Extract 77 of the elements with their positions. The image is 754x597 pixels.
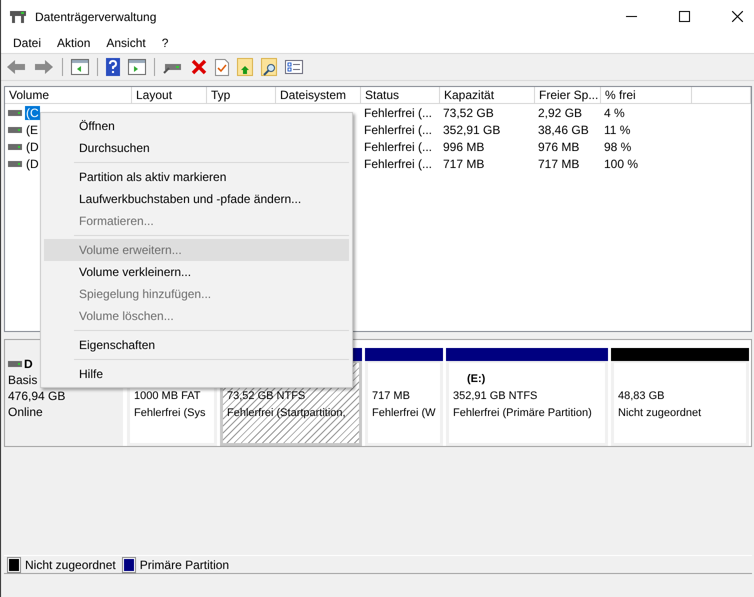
drive-icon: [8, 160, 22, 166]
window-title: Datenträgerverwaltung: [35, 10, 156, 24]
disk-size: 476,94 GB: [8, 388, 66, 404]
table-cell: Fehlerfrei (...: [364, 122, 432, 136]
column-header[interactable]: Layout: [132, 87, 207, 104]
legend-label: Nicht zugeordnet: [25, 558, 116, 572]
partition-size: 717 MB: [372, 389, 411, 404]
table-cell: 352,91 GB: [443, 122, 500, 136]
table-cell: 717 MB: [443, 156, 484, 170]
folder-search-icon[interactable]: [261, 58, 277, 76]
table-cell: Fehlerfrei (...: [364, 140, 432, 154]
drive-icon: [8, 110, 22, 116]
menu-item[interactable]: Ansicht: [98, 36, 154, 50]
drive-letter[interactable]: (E: [25, 122, 39, 136]
drive-icon: [8, 126, 22, 132]
menu-item[interactable]: Eigenschaften: [44, 334, 349, 356]
maximize-icon[interactable]: [679, 11, 690, 22]
column-header[interactable]: Freier Sp...: [535, 87, 601, 104]
menu-item[interactable]: Partition als aktiv markieren: [44, 166, 349, 188]
drive-letter[interactable]: (C: [25, 106, 40, 120]
table-cell: 100 %: [604, 156, 638, 170]
table-cell: 2,92 GB: [538, 106, 582, 120]
partition-status: Fehlerfrei (Sys: [134, 406, 207, 421]
close-icon[interactable]: [732, 11, 743, 22]
partition-status: Fehlerfrei (Startpartition,: [227, 406, 347, 421]
column-header[interactable]: Status: [361, 87, 440, 104]
column-header[interactable]: Dateisystem: [276, 87, 361, 104]
partition-size: 352,91 GB NTFS: [453, 389, 538, 404]
column-header[interactable]: Typ: [207, 87, 276, 104]
back-arrow-icon[interactable]: [6, 59, 26, 75]
table-cell: Fehlerfrei (...: [364, 156, 432, 170]
disk-type: Basis: [8, 372, 38, 388]
table-cell: 73,52 GB: [443, 106, 494, 120]
drive-icon: [8, 361, 22, 367]
column-header[interactable]: % frei: [601, 87, 692, 104]
help-icon[interactable]: [106, 58, 120, 76]
table-cell: 38,46 GB: [538, 122, 589, 136]
menu-item[interactable]: Öffnen: [44, 115, 349, 137]
menu-item[interactable]: Aktion: [49, 36, 98, 50]
app-icon: [9, 10, 27, 24]
table-cell: Fehlerfrei (...: [364, 106, 432, 120]
delete-icon[interactable]: [191, 59, 207, 75]
partition-size: 1000 MB FAT: [134, 389, 202, 404]
column-header[interactable]: Volume: [5, 87, 132, 104]
disk-name: D: [24, 356, 33, 372]
properties-icon[interactable]: [285, 60, 303, 74]
partition-block[interactable]: 48,83 GB Nicht zugeordnet: [611, 361, 749, 446]
column-header[interactable]: Kapazität: [440, 87, 535, 104]
forward-arrow-icon[interactable]: [34, 59, 54, 75]
partition-label: (E:): [466, 372, 486, 387]
table-cell: 976 MB: [538, 140, 580, 154]
drive-icon: [8, 144, 22, 150]
menu-item[interactable]: Laufwerkbuchstaben und -pfade ändern...: [44, 188, 349, 210]
panel-icon[interactable]: [71, 59, 89, 75]
panel-icon[interactable]: [128, 59, 146, 75]
folder-up-icon[interactable]: [237, 58, 253, 76]
partition-size: 73,52 GB NTFS: [227, 389, 306, 404]
drive-letter[interactable]: (D: [25, 140, 40, 154]
partition-block[interactable]: 717 MB Fehlerfrei (W: [365, 361, 443, 446]
menu-item[interactable]: ?: [154, 36, 176, 50]
legend-label: Primäre Partition: [140, 558, 230, 572]
partition-status: Nicht zugeordnet: [618, 406, 702, 421]
table-cell: 996 MB: [443, 140, 484, 154]
table-cell: 4 %: [604, 106, 625, 120]
partition-size: 48,83 GB: [618, 389, 666, 404]
disk-status: Online: [8, 404, 43, 420]
menu-item[interactable]: Volume verkleinern...: [44, 261, 349, 283]
menu-item[interactable]: Datei: [5, 36, 50, 50]
table-cell: 98 %: [604, 140, 632, 154]
partition-status: Fehlerfrei (W: [372, 406, 437, 421]
menu-item[interactable]: Durchsuchen: [44, 137, 349, 159]
table-cell: 11 %: [604, 122, 630, 136]
checklist-icon[interactable]: [215, 58, 229, 76]
table-cell: 717 MB: [538, 156, 580, 170]
partition-status: Fehlerfrei (Primäre Partition): [453, 406, 593, 421]
partition-block[interactable]: (E:) 352,91 GB NTFS Fehlerfrei (Primäre Partition): [446, 361, 608, 446]
drive-letter[interactable]: (D: [25, 156, 40, 170]
